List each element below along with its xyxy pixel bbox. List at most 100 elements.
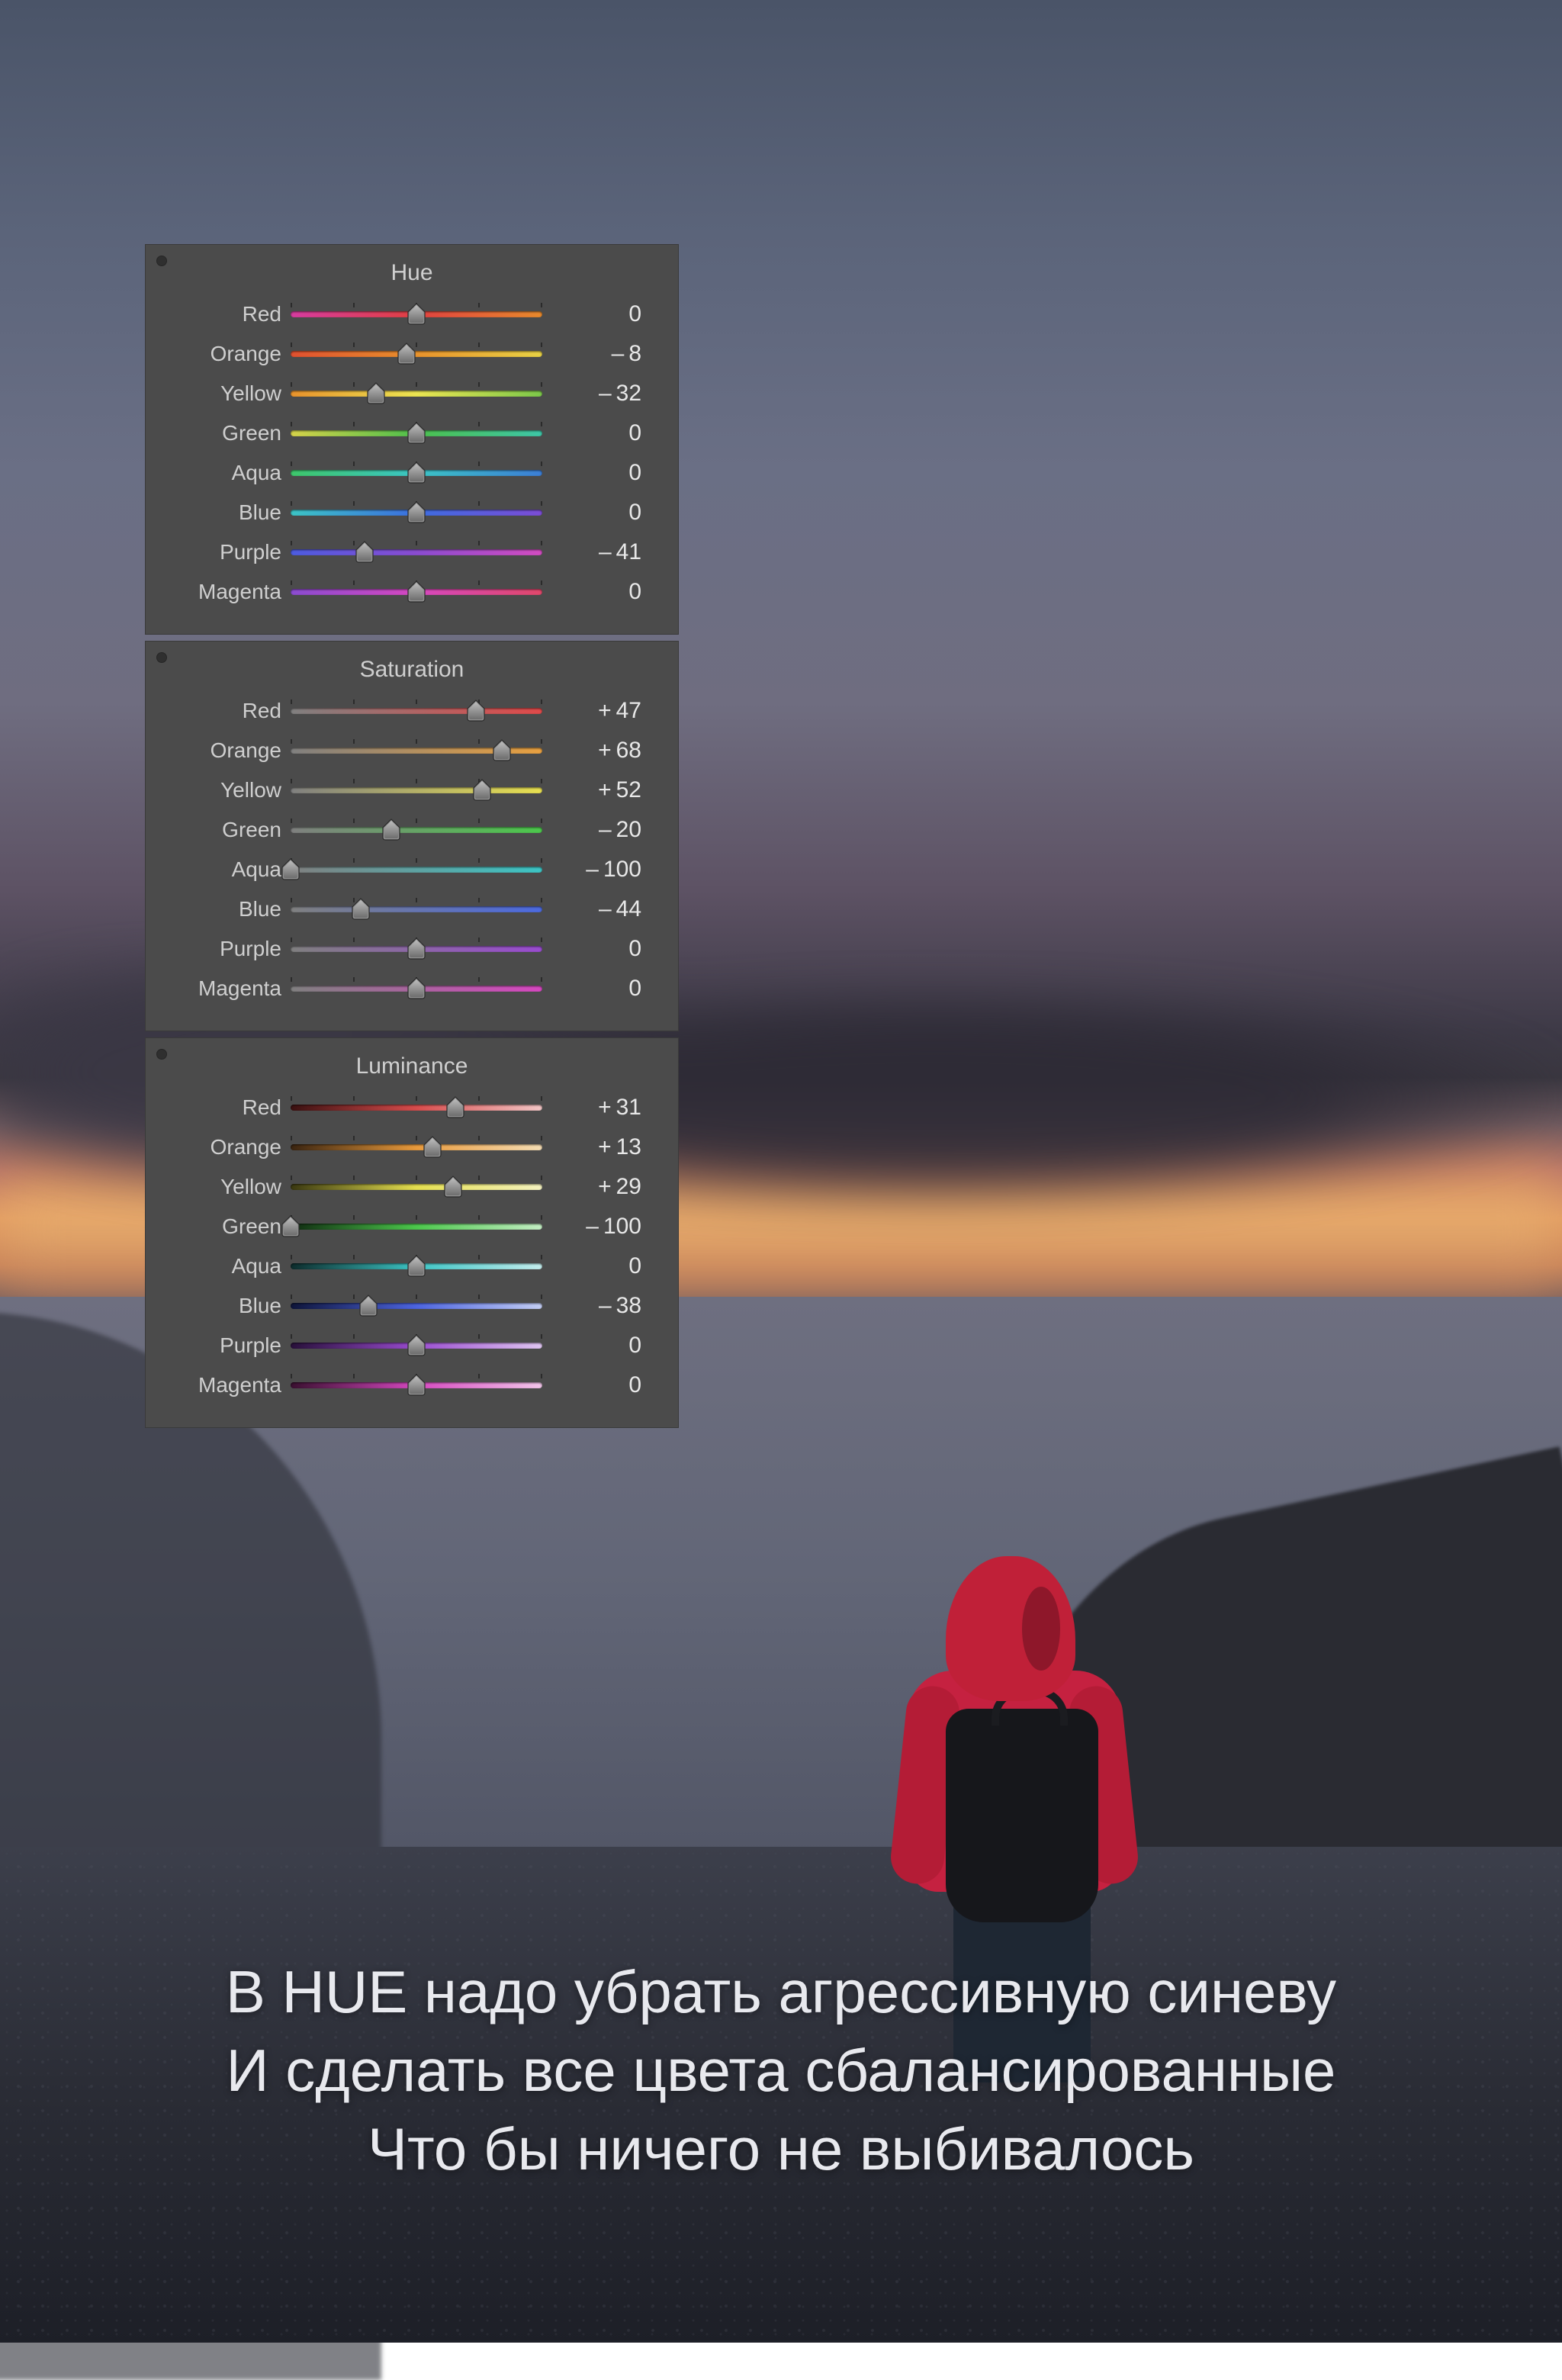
slider-row-luminance-aqua: Aqua 0 [162, 1249, 661, 1284]
slider-value[interactable]: + 52 [542, 777, 648, 803]
slider-label: Aqua [162, 857, 291, 882]
slider-saturation-aqua[interactable] [291, 860, 542, 880]
slider-hue-red[interactable] [291, 304, 542, 324]
slider-value[interactable]: 0 [542, 1333, 648, 1359]
slider-label: Magenta [162, 976, 291, 1001]
slider-value[interactable]: – 20 [542, 817, 648, 843]
slider-value[interactable]: – 100 [542, 1214, 648, 1240]
slider-label: Purple [162, 540, 291, 564]
slider-luminance-orange[interactable] [291, 1137, 542, 1157]
slider-value[interactable]: – 8 [542, 341, 648, 367]
slider-value[interactable]: – 100 [542, 857, 648, 883]
panel-toggle-icon[interactable] [156, 256, 167, 266]
panel-title-luminance: Luminance [162, 1053, 661, 1079]
slider-luminance-purple[interactable] [291, 1336, 542, 1356]
slider-saturation-purple[interactable] [291, 939, 542, 959]
slider-value[interactable]: + 68 [542, 738, 648, 764]
slider-hue-blue[interactable] [291, 503, 542, 523]
slider-value[interactable]: – 38 [542, 1293, 648, 1319]
slider-row-hue-orange: Orange – 8 [162, 336, 661, 371]
slider-luminance-aqua[interactable] [291, 1256, 542, 1276]
slider-hue-green[interactable] [291, 423, 542, 443]
slider-value[interactable]: + 13 [542, 1134, 648, 1160]
slider-label: Yellow [162, 778, 291, 802]
slider-label: Magenta [162, 1373, 291, 1397]
caption-text: В HUE надо убрать агрессивную синеву И с… [0, 1953, 1562, 2189]
slider-value[interactable]: 0 [542, 936, 648, 962]
slider-row-saturation-yellow: Yellow + 52 [162, 773, 661, 808]
slider-label: Blue [162, 500, 291, 525]
panel-title-hue: Hue [162, 260, 661, 286]
panel-hue: Hue Red 0 Orange – 8 Yellow – 32 Green 0 Aqua 0 Blu… [145, 244, 679, 635]
slider-row-luminance-green: Green – 100 [162, 1209, 661, 1244]
slider-value[interactable]: 0 [542, 976, 648, 1002]
slider-row-saturation-red: Red + 47 [162, 693, 661, 728]
slider-row-luminance-blue: Blue– 38 [162, 1288, 661, 1323]
slider-value[interactable]: + 29 [542, 1174, 648, 1200]
slider-label: Green [162, 421, 291, 445]
slider-value[interactable]: 0 [542, 420, 648, 446]
slider-luminance-blue[interactable] [291, 1296, 542, 1316]
slider-value[interactable]: + 47 [542, 698, 648, 724]
panel-toggle-icon[interactable] [156, 652, 167, 663]
slider-label: Magenta [162, 580, 291, 604]
slider-saturation-magenta[interactable] [291, 979, 542, 999]
slider-row-luminance-red: Red + 31 [162, 1090, 661, 1125]
hsl-panels: Hue Red 0 Orange – 8 Yellow – 32 Green 0 Aqua 0 Blu… [145, 244, 679, 1434]
slider-label: Red [162, 302, 291, 326]
slider-value[interactable]: + 31 [542, 1095, 648, 1121]
slider-value[interactable]: 0 [542, 1253, 648, 1279]
slider-label: Orange [162, 1135, 291, 1159]
slider-hue-yellow[interactable] [291, 384, 542, 404]
slider-luminance-yellow[interactable] [291, 1177, 542, 1197]
slider-label: Yellow [162, 1175, 291, 1199]
caption-line-3: Что бы ничего не выбивалось [0, 2110, 1562, 2189]
slider-hue-orange[interactable] [291, 344, 542, 364]
slider-value[interactable]: – 32 [542, 381, 648, 407]
panel-saturation: Saturation Red + 47 Orange + 68 Yellow + 52 Gre… [145, 641, 679, 1031]
slider-saturation-green[interactable] [291, 820, 542, 840]
slider-row-saturation-orange: Orange + 68 [162, 733, 661, 768]
slider-value[interactable]: 0 [542, 460, 648, 486]
slider-label: Yellow [162, 381, 291, 406]
slider-row-hue-magenta: Magenta 0 [162, 574, 661, 609]
slider-row-luminance-yellow: Yellow + 29 [162, 1169, 661, 1204]
slider-row-luminance-purple: Purple0 [162, 1328, 661, 1363]
slider-value[interactable]: 0 [542, 500, 648, 526]
slider-saturation-red[interactable] [291, 701, 542, 721]
slider-label: Orange [162, 738, 291, 763]
slider-row-saturation-magenta: Magenta 0 [162, 971, 661, 1006]
caption-line-2: И сделать все цвета сбалансированные [0, 2031, 1562, 2110]
slider-hue-aqua[interactable] [291, 463, 542, 483]
slider-label: Green [162, 818, 291, 842]
slider-label: Red [162, 1095, 291, 1120]
slider-saturation-yellow[interactable] [291, 780, 542, 800]
slider-label: Aqua [162, 1254, 291, 1278]
slider-value[interactable]: – 41 [542, 539, 648, 565]
slider-value[interactable]: – 44 [542, 896, 648, 922]
slider-hue-purple[interactable] [291, 542, 542, 562]
slider-value[interactable]: 0 [542, 301, 648, 327]
slider-luminance-green[interactable] [291, 1217, 542, 1237]
slider-luminance-red[interactable] [291, 1098, 542, 1118]
slider-label: Aqua [162, 461, 291, 485]
slider-value[interactable]: 0 [542, 579, 648, 605]
slider-row-saturation-green: Green – 20 [162, 812, 661, 847]
slider-luminance-magenta[interactable] [291, 1375, 542, 1395]
slider-label: Red [162, 699, 291, 723]
slider-row-hue-yellow: Yellow – 32 [162, 376, 661, 411]
slider-row-hue-green: Green 0 [162, 416, 661, 451]
slider-saturation-blue[interactable] [291, 899, 542, 919]
slider-row-luminance-orange: Orange + 13 [162, 1130, 661, 1165]
slider-value[interactable]: 0 [542, 1372, 648, 1398]
panel-title-saturation: Saturation [162, 657, 661, 683]
slider-hue-magenta[interactable] [291, 582, 542, 602]
caption-line-1: В HUE надо убрать агрессивную синеву [0, 1953, 1562, 2031]
slider-saturation-orange[interactable] [291, 741, 542, 761]
slider-row-hue-purple: Purple – 41 [162, 535, 661, 570]
slider-label: Orange [162, 342, 291, 366]
slider-row-hue-aqua: Aqua 0 [162, 455, 661, 490]
slider-row-saturation-aqua: Aqua – 100 [162, 852, 661, 887]
panel-toggle-icon[interactable] [156, 1049, 167, 1060]
slider-label: Green [162, 1214, 291, 1239]
